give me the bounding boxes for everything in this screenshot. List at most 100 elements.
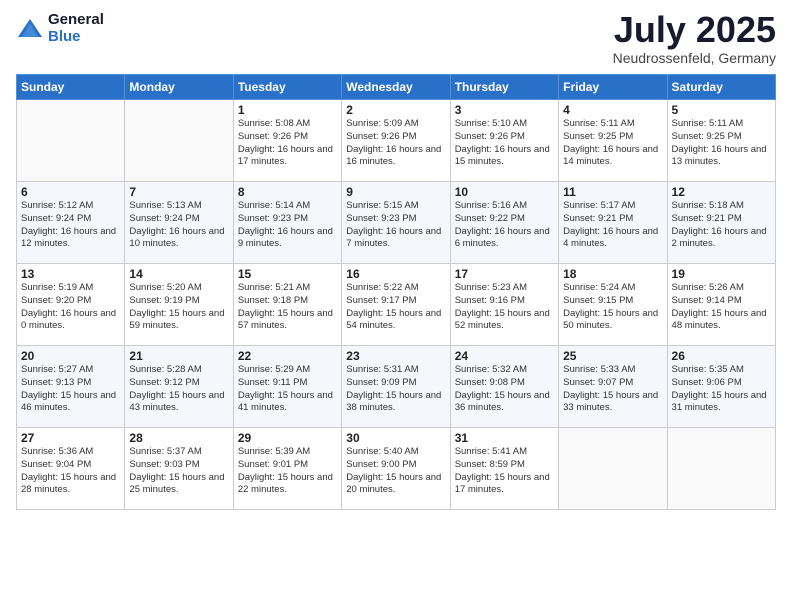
- day-cell: 19Sunrise: 5:26 AM Sunset: 9:14 PM Dayli…: [667, 264, 775, 346]
- col-header-saturday: Saturday: [667, 75, 775, 100]
- day-number: 25: [563, 349, 662, 363]
- day-cell: [667, 428, 775, 510]
- day-info: Sunrise: 5:20 AM Sunset: 9:19 PM Dayligh…: [129, 282, 228, 333]
- day-info: Sunrise: 5:40 AM Sunset: 9:00 PM Dayligh…: [346, 446, 445, 497]
- day-info: Sunrise: 5:08 AM Sunset: 9:26 PM Dayligh…: [238, 118, 337, 169]
- day-cell: 25Sunrise: 5:33 AM Sunset: 9:07 PM Dayli…: [559, 346, 667, 428]
- logo: General Blue: [16, 12, 104, 45]
- day-info: Sunrise: 5:11 AM Sunset: 9:25 PM Dayligh…: [672, 118, 771, 169]
- day-number: 30: [346, 431, 445, 445]
- col-header-wednesday: Wednesday: [342, 75, 450, 100]
- day-number: 2: [346, 103, 445, 117]
- calendar-table: SundayMondayTuesdayWednesdayThursdayFrid…: [16, 74, 776, 510]
- title-block: July 2025 Neudrossenfeld, Germany: [613, 12, 776, 66]
- day-info: Sunrise: 5:10 AM Sunset: 9:26 PM Dayligh…: [455, 118, 554, 169]
- day-cell: 7Sunrise: 5:13 AM Sunset: 9:24 PM Daylig…: [125, 182, 233, 264]
- week-row-5: 27Sunrise: 5:36 AM Sunset: 9:04 PM Dayli…: [17, 428, 776, 510]
- day-number: 29: [238, 431, 337, 445]
- day-number: 13: [21, 267, 120, 281]
- day-info: Sunrise: 5:28 AM Sunset: 9:12 PM Dayligh…: [129, 364, 228, 415]
- day-cell: 30Sunrise: 5:40 AM Sunset: 9:00 PM Dayli…: [342, 428, 450, 510]
- day-number: 27: [21, 431, 120, 445]
- day-info: Sunrise: 5:41 AM Sunset: 8:59 PM Dayligh…: [455, 446, 554, 497]
- day-number: 22: [238, 349, 337, 363]
- day-number: 8: [238, 185, 337, 199]
- day-number: 19: [672, 267, 771, 281]
- day-info: Sunrise: 5:37 AM Sunset: 9:03 PM Dayligh…: [129, 446, 228, 497]
- day-cell: 22Sunrise: 5:29 AM Sunset: 9:11 PM Dayli…: [233, 346, 341, 428]
- day-info: Sunrise: 5:39 AM Sunset: 9:01 PM Dayligh…: [238, 446, 337, 497]
- day-cell: 24Sunrise: 5:32 AM Sunset: 9:08 PM Dayli…: [450, 346, 558, 428]
- day-info: Sunrise: 5:35 AM Sunset: 9:06 PM Dayligh…: [672, 364, 771, 415]
- week-row-3: 13Sunrise: 5:19 AM Sunset: 9:20 PM Dayli…: [17, 264, 776, 346]
- day-info: Sunrise: 5:24 AM Sunset: 9:15 PM Dayligh…: [563, 282, 662, 333]
- day-number: 24: [455, 349, 554, 363]
- day-cell: 1Sunrise: 5:08 AM Sunset: 9:26 PM Daylig…: [233, 100, 341, 182]
- day-cell: [125, 100, 233, 182]
- day-number: 12: [672, 185, 771, 199]
- day-number: 10: [455, 185, 554, 199]
- page: General Blue July 2025 Neudrossenfeld, G…: [0, 0, 792, 612]
- day-cell: 12Sunrise: 5:18 AM Sunset: 9:21 PM Dayli…: [667, 182, 775, 264]
- day-info: Sunrise: 5:26 AM Sunset: 9:14 PM Dayligh…: [672, 282, 771, 333]
- day-number: 18: [563, 267, 662, 281]
- week-row-2: 6Sunrise: 5:12 AM Sunset: 9:24 PM Daylig…: [17, 182, 776, 264]
- day-info: Sunrise: 5:14 AM Sunset: 9:23 PM Dayligh…: [238, 200, 337, 251]
- header: General Blue July 2025 Neudrossenfeld, G…: [16, 12, 776, 66]
- day-number: 16: [346, 267, 445, 281]
- day-cell: 9Sunrise: 5:15 AM Sunset: 9:23 PM Daylig…: [342, 182, 450, 264]
- day-cell: 10Sunrise: 5:16 AM Sunset: 9:22 PM Dayli…: [450, 182, 558, 264]
- day-cell: 29Sunrise: 5:39 AM Sunset: 9:01 PM Dayli…: [233, 428, 341, 510]
- day-info: Sunrise: 5:17 AM Sunset: 9:21 PM Dayligh…: [563, 200, 662, 251]
- col-header-sunday: Sunday: [17, 75, 125, 100]
- day-info: Sunrise: 5:23 AM Sunset: 9:16 PM Dayligh…: [455, 282, 554, 333]
- day-cell: 26Sunrise: 5:35 AM Sunset: 9:06 PM Dayli…: [667, 346, 775, 428]
- day-cell: 21Sunrise: 5:28 AM Sunset: 9:12 PM Dayli…: [125, 346, 233, 428]
- day-info: Sunrise: 5:15 AM Sunset: 9:23 PM Dayligh…: [346, 200, 445, 251]
- day-info: Sunrise: 5:21 AM Sunset: 9:18 PM Dayligh…: [238, 282, 337, 333]
- title-location: Neudrossenfeld, Germany: [613, 50, 776, 66]
- day-info: Sunrise: 5:33 AM Sunset: 9:07 PM Dayligh…: [563, 364, 662, 415]
- day-info: Sunrise: 5:19 AM Sunset: 9:20 PM Dayligh…: [21, 282, 120, 333]
- day-cell: [17, 100, 125, 182]
- day-info: Sunrise: 5:16 AM Sunset: 9:22 PM Dayligh…: [455, 200, 554, 251]
- day-number: 4: [563, 103, 662, 117]
- day-number: 15: [238, 267, 337, 281]
- day-cell: 11Sunrise: 5:17 AM Sunset: 9:21 PM Dayli…: [559, 182, 667, 264]
- day-number: 31: [455, 431, 554, 445]
- day-info: Sunrise: 5:09 AM Sunset: 9:26 PM Dayligh…: [346, 118, 445, 169]
- day-number: 9: [346, 185, 445, 199]
- day-info: Sunrise: 5:29 AM Sunset: 9:11 PM Dayligh…: [238, 364, 337, 415]
- day-cell: 3Sunrise: 5:10 AM Sunset: 9:26 PM Daylig…: [450, 100, 558, 182]
- day-info: Sunrise: 5:12 AM Sunset: 9:24 PM Dayligh…: [21, 200, 120, 251]
- day-info: Sunrise: 5:27 AM Sunset: 9:13 PM Dayligh…: [21, 364, 120, 415]
- day-cell: 13Sunrise: 5:19 AM Sunset: 9:20 PM Dayli…: [17, 264, 125, 346]
- day-info: Sunrise: 5:31 AM Sunset: 9:09 PM Dayligh…: [346, 364, 445, 415]
- day-number: 1: [238, 103, 337, 117]
- day-info: Sunrise: 5:22 AM Sunset: 9:17 PM Dayligh…: [346, 282, 445, 333]
- day-info: Sunrise: 5:18 AM Sunset: 9:21 PM Dayligh…: [672, 200, 771, 251]
- day-cell: 2Sunrise: 5:09 AM Sunset: 9:26 PM Daylig…: [342, 100, 450, 182]
- day-cell: 27Sunrise: 5:36 AM Sunset: 9:04 PM Dayli…: [17, 428, 125, 510]
- day-cell: 6Sunrise: 5:12 AM Sunset: 9:24 PM Daylig…: [17, 182, 125, 264]
- day-number: 21: [129, 349, 228, 363]
- day-number: 20: [21, 349, 120, 363]
- day-number: 3: [455, 103, 554, 117]
- week-row-1: 1Sunrise: 5:08 AM Sunset: 9:26 PM Daylig…: [17, 100, 776, 182]
- day-info: Sunrise: 5:32 AM Sunset: 9:08 PM Dayligh…: [455, 364, 554, 415]
- day-info: Sunrise: 5:36 AM Sunset: 9:04 PM Dayligh…: [21, 446, 120, 497]
- day-cell: 20Sunrise: 5:27 AM Sunset: 9:13 PM Dayli…: [17, 346, 125, 428]
- day-cell: 8Sunrise: 5:14 AM Sunset: 9:23 PM Daylig…: [233, 182, 341, 264]
- col-header-friday: Friday: [559, 75, 667, 100]
- col-header-thursday: Thursday: [450, 75, 558, 100]
- day-cell: 31Sunrise: 5:41 AM Sunset: 8:59 PM Dayli…: [450, 428, 558, 510]
- title-month: July 2025: [613, 12, 776, 48]
- day-number: 14: [129, 267, 228, 281]
- day-number: 26: [672, 349, 771, 363]
- day-info: Sunrise: 5:13 AM Sunset: 9:24 PM Dayligh…: [129, 200, 228, 251]
- day-number: 17: [455, 267, 554, 281]
- day-cell: 28Sunrise: 5:37 AM Sunset: 9:03 PM Dayli…: [125, 428, 233, 510]
- day-number: 7: [129, 185, 228, 199]
- day-info: Sunrise: 5:11 AM Sunset: 9:25 PM Dayligh…: [563, 118, 662, 169]
- day-number: 11: [563, 185, 662, 199]
